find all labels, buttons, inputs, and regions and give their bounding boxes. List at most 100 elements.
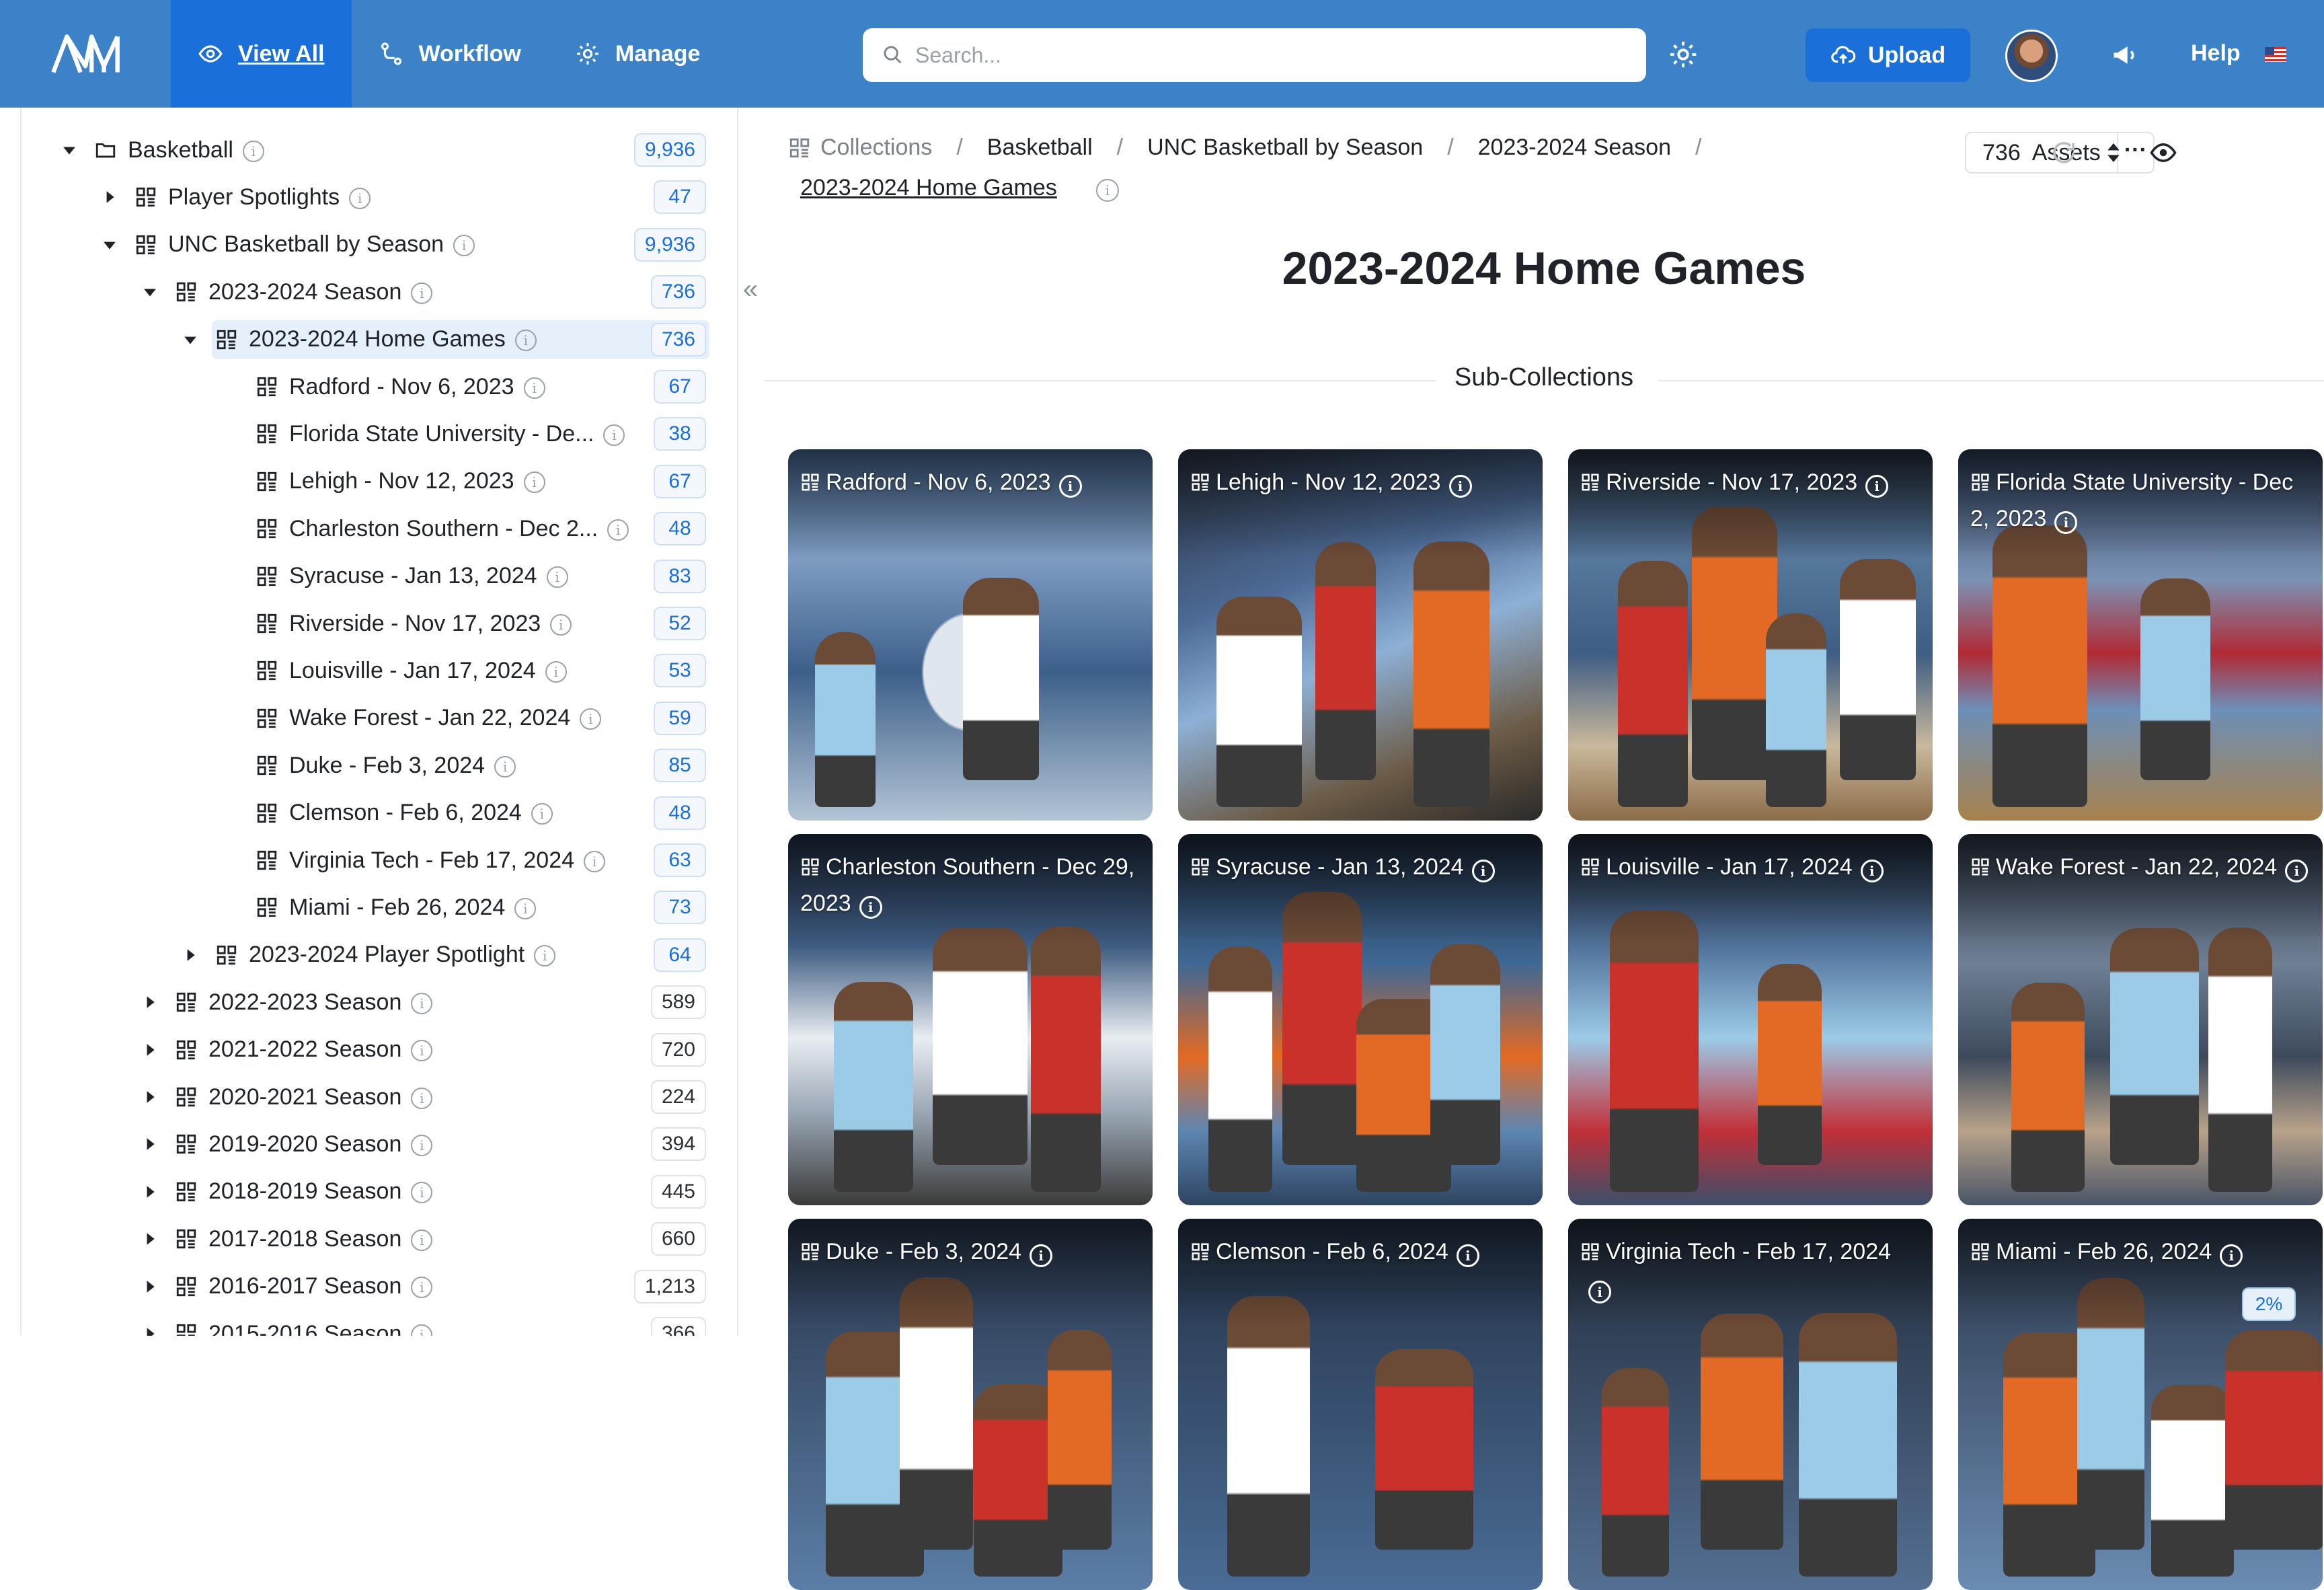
- info-icon[interactable]: i: [1457, 1244, 1479, 1267]
- sort-icon[interactable]: [2099, 139, 2128, 167]
- info-icon[interactable]: i: [514, 898, 536, 919]
- caret-right-icon[interactable]: [140, 1324, 160, 1336]
- info-icon[interactable]: i: [411, 1040, 432, 1061]
- info-icon[interactable]: i: [1030, 1244, 1052, 1267]
- info-icon[interactable]: i: [411, 1229, 432, 1251]
- info-icon[interactable]: i: [411, 1135, 432, 1156]
- breadcrumb-season[interactable]: 2023-2024 Season: [1478, 135, 1671, 161]
- tree-item[interactable]: Duke - Feb 3, 2024i85: [0, 745, 713, 786]
- info-icon[interactable]: i: [1449, 475, 1472, 498]
- caret-down-icon[interactable]: [100, 235, 120, 255]
- tree-item[interactable]: 2022-2023 Seasoni589: [0, 981, 713, 1023]
- help-link[interactable]: Help: [2191, 40, 2241, 67]
- info-icon[interactable]: i: [243, 141, 264, 162]
- info-icon[interactable]: i: [2220, 1244, 2243, 1267]
- info-icon[interactable]: i: [580, 708, 601, 730]
- info-icon[interactable]: i: [531, 803, 553, 825]
- sub-collection-card[interactable]: Louisville - Jan 17, 2024i: [1568, 834, 1933, 1205]
- collapse-sidebar-icon[interactable]: «: [738, 269, 763, 309]
- info-icon[interactable]: i: [550, 614, 572, 636]
- info-icon[interactable]: i: [411, 1277, 432, 1298]
- caret-right-icon[interactable]: [140, 1277, 160, 1297]
- sub-collection-card[interactable]: Radford - Nov 6, 2023i: [788, 449, 1153, 821]
- tree-item[interactable]: 2015-2016 Seasoni366: [0, 1313, 713, 1336]
- megaphone-icon[interactable]: [2110, 40, 2140, 70]
- info-icon[interactable]: i: [411, 993, 432, 1014]
- info-icon[interactable]: i: [545, 661, 567, 683]
- tree-item[interactable]: Louisville - Jan 17, 2024i53: [0, 650, 713, 691]
- tree-item[interactable]: Riverside - Nov 17, 2023i52: [0, 603, 713, 644]
- breadcrumb-basketball[interactable]: Basketball: [987, 135, 1093, 161]
- sub-collection-card[interactable]: Florida State University - Dec 2, 2023i: [1958, 449, 2323, 821]
- caret-right-icon[interactable]: [140, 1040, 160, 1060]
- info-icon[interactable]: i: [1059, 475, 1082, 498]
- upload-button[interactable]: Upload: [1806, 28, 1970, 82]
- tree-item[interactable]: Wake Forest - Jan 22, 2024i59: [0, 697, 713, 739]
- tree-item[interactable]: 2021-2022 Seasoni720: [0, 1029, 713, 1071]
- caret-right-icon[interactable]: [140, 1134, 160, 1154]
- sub-collection-card[interactable]: Miami - Feb 26, 2024i: [1958, 1219, 2323, 1590]
- sub-collection-card[interactable]: Charleston Southern - Dec 29, 2023i: [788, 834, 1153, 1205]
- sub-collection-card[interactable]: Wake Forest - Jan 22, 2024i: [1958, 834, 2323, 1205]
- info-icon[interactable]: i: [1865, 475, 1888, 498]
- breadcrumb-unc-by-season[interactable]: UNC Basketball by Season: [1147, 135, 1423, 161]
- nav-view-all[interactable]: View All: [171, 0, 352, 108]
- sub-collection-card[interactable]: Virginia Tech - Feb 17, 2024i: [1568, 1219, 1933, 1590]
- tree-item[interactable]: Florida State University - De...i38: [0, 413, 713, 455]
- nav-manage[interactable]: Manage: [548, 0, 728, 108]
- tree-item[interactable]: Lehigh - Nov 12, 2023i67: [0, 461, 713, 502]
- tree-item-selected[interactable]: 2023-2024 Home Gamesi736: [0, 319, 713, 361]
- caret-right-icon[interactable]: [140, 992, 160, 1012]
- breadcrumb-collections[interactable]: Collections: [788, 135, 932, 161]
- info-icon[interactable]: i: [1096, 179, 1119, 202]
- caret-right-icon[interactable]: [180, 945, 200, 965]
- sub-collection-card[interactable]: Lehigh - Nov 12, 2023i: [1178, 449, 1543, 821]
- tree-item[interactable]: 2019-2020 Seasoni394: [0, 1123, 713, 1165]
- caret-right-icon[interactable]: [140, 1182, 160, 1202]
- us-flag-icon[interactable]: [2265, 47, 2286, 62]
- info-icon[interactable]: i: [1588, 1281, 1611, 1303]
- info-icon[interactable]: i: [859, 896, 882, 919]
- tree-item[interactable]: 2018-2019 Seasoni445: [0, 1171, 713, 1213]
- caret-down-icon[interactable]: [140, 282, 160, 302]
- refresh-icon[interactable]: [2050, 139, 2078, 167]
- tree-item[interactable]: 2023-2024 Seasoni736: [0, 271, 713, 313]
- caret-right-icon[interactable]: [100, 187, 120, 207]
- caret-down-icon[interactable]: [59, 140, 79, 160]
- info-icon[interactable]: i: [411, 1182, 432, 1203]
- sub-collection-card[interactable]: Duke - Feb 3, 2024i: [788, 1219, 1153, 1590]
- info-icon[interactable]: i: [584, 851, 605, 872]
- info-icon[interactable]: i: [534, 945, 555, 967]
- eye-icon[interactable]: [2149, 139, 2177, 167]
- sub-collection-card[interactable]: Syracuse - Jan 13, 2024i: [1178, 834, 1543, 1205]
- tree-item[interactable]: UNC Basketball by Seasoni9,936: [0, 224, 713, 266]
- info-icon[interactable]: i: [2054, 511, 2077, 534]
- search-settings-gear-icon[interactable]: [1668, 39, 1699, 70]
- info-icon[interactable]: i: [524, 471, 545, 493]
- caret-right-icon[interactable]: [140, 1229, 160, 1249]
- nav-workflow[interactable]: Workflow: [352, 0, 548, 108]
- tree-item[interactable]: Miami - Feb 26, 2024i73: [0, 886, 713, 928]
- search-input[interactable]: [915, 43, 1588, 68]
- info-icon[interactable]: i: [1861, 860, 1884, 882]
- tree-item[interactable]: Virginia Tech - Feb 17, 2024i63: [0, 839, 713, 881]
- info-icon[interactable]: i: [547, 566, 568, 588]
- tree-item[interactable]: 2017-2018 Seasoni660: [0, 1218, 713, 1260]
- avatar[interactable]: [2005, 30, 2058, 82]
- app-logo[interactable]: [0, 0, 171, 108]
- tree-item[interactable]: Charleston Southern - Dec 2...i48: [0, 508, 713, 550]
- info-icon[interactable]: i: [453, 235, 475, 256]
- tree-item[interactable]: 2020-2021 Seasoni224: [0, 1076, 713, 1118]
- tree-item[interactable]: Radford - Nov 6, 2023i67: [0, 366, 713, 408]
- info-icon[interactable]: i: [524, 377, 545, 399]
- info-icon[interactable]: i: [1472, 860, 1495, 882]
- tree-item[interactable]: Clemson - Feb 6, 2024i48: [0, 792, 713, 834]
- info-icon[interactable]: i: [515, 330, 537, 351]
- caret-down-icon[interactable]: [180, 330, 200, 350]
- info-icon[interactable]: i: [411, 1088, 432, 1109]
- info-icon[interactable]: i: [2285, 860, 2308, 882]
- tree-item[interactable]: 2016-2017 Seasoni1,213: [0, 1266, 713, 1308]
- tree-item[interactable]: Basketballi9,936: [0, 129, 713, 171]
- info-icon[interactable]: i: [411, 282, 432, 304]
- search-bar[interactable]: [863, 28, 1646, 82]
